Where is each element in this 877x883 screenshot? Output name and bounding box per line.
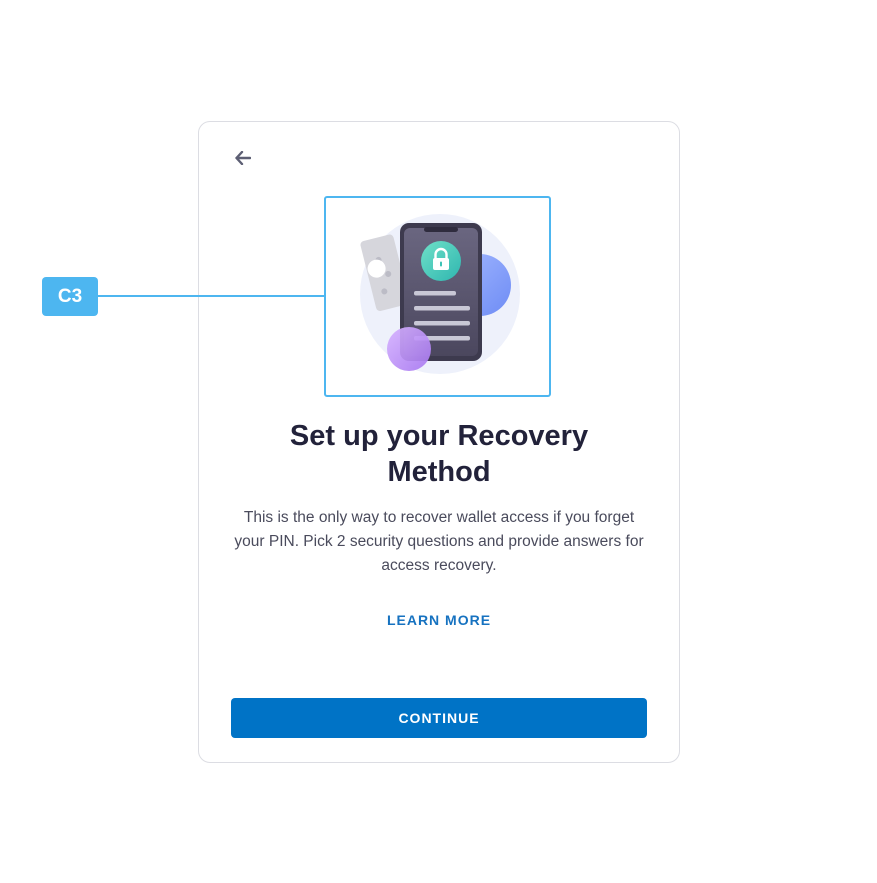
phone-lock-illustration <box>360 214 520 374</box>
learn-more-link[interactable]: LEARN MORE <box>340 612 538 628</box>
continue-button[interactable]: CONTINUE <box>231 698 647 738</box>
lock-icon <box>421 241 461 281</box>
illustration-frame <box>324 196 551 397</box>
page-title: Set up your Recovery Method <box>289 420 589 488</box>
description-text: This is the only way to recover wallet a… <box>234 509 644 574</box>
arrow-left-icon <box>235 151 251 165</box>
back-button[interactable] <box>232 146 254 170</box>
stage: C3 Set up your Recovery Method This is t… <box>0 0 877 883</box>
annotation-badge: C3 <box>42 277 98 316</box>
annotation-connector <box>97 295 326 297</box>
